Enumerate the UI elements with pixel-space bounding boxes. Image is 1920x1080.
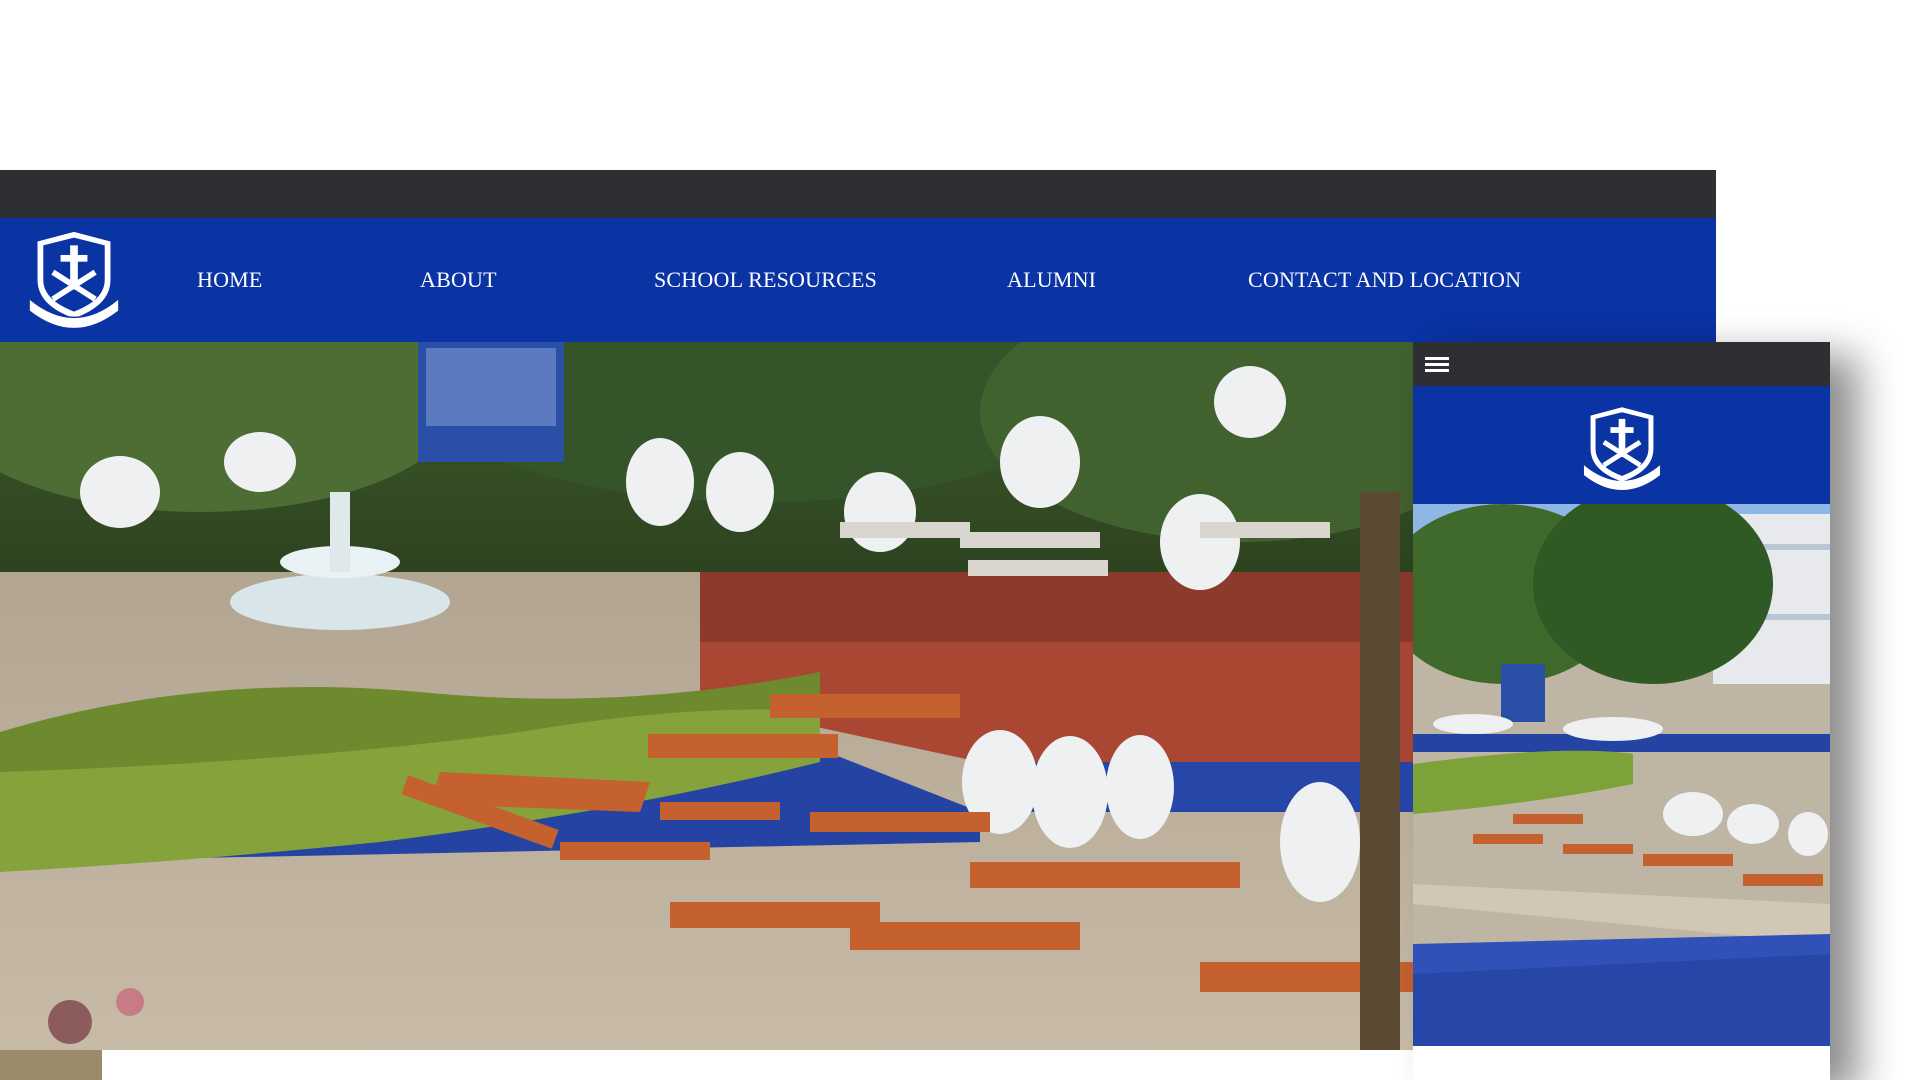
nav-alumni[interactable]: ALUMNI [1007, 218, 1096, 342]
mobile-content-strip [1413, 1046, 1830, 1080]
nav-home[interactable]: HOME [197, 218, 263, 342]
desktop-content-strip [102, 1050, 1420, 1080]
school-crest-logo[interactable] [1579, 404, 1665, 490]
desktop-top-bar [0, 170, 1716, 218]
hero-image [0, 342, 1420, 1050]
nav-contact-and-location[interactable]: CONTACT AND LOCATION [1248, 218, 1521, 342]
hamburger-menu-icon[interactable] [1425, 354, 1449, 374]
mobile-mockup [1413, 342, 1830, 1080]
mobile-header [1413, 386, 1830, 504]
school-crest-logo[interactable] [26, 228, 122, 328]
nav-school-resources[interactable]: SCHOOL RESOURCES [654, 218, 877, 342]
mobile-top-bar [1413, 342, 1830, 386]
desktop-footer-left [0, 1050, 102, 1080]
mobile-hero-image [1413, 504, 1830, 1046]
desktop-navbar: HOME ABOUT SCHOOL RESOURCES ALUMNI CONTA… [0, 218, 1716, 342]
nav-about[interactable]: ABOUT [420, 218, 497, 342]
